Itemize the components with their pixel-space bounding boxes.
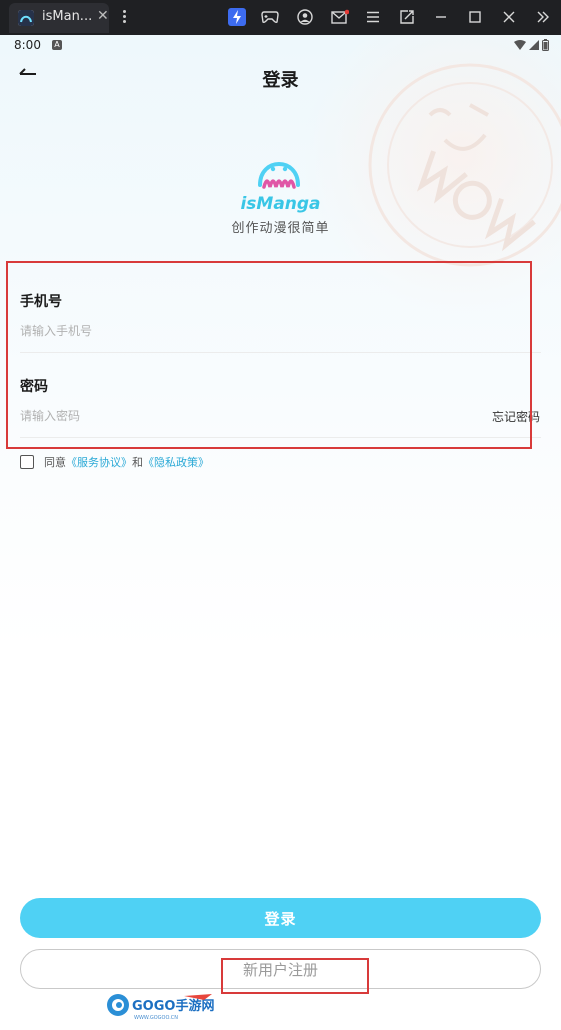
notification-icon: A xyxy=(52,40,62,50)
signal-icon xyxy=(529,40,539,50)
app-icon xyxy=(18,10,34,26)
popout-icon[interactable] xyxy=(397,7,417,27)
watermark-url: WWW.GOGOO.CN xyxy=(134,1015,178,1021)
agreement-checkbox[interactable] xyxy=(20,455,34,469)
privacy-link[interactable]: 《隐私政策》 xyxy=(143,454,209,470)
wifi-icon xyxy=(514,40,526,50)
agreement-row: 同意 《服务协议》 和 《隐私政策》 xyxy=(20,454,209,470)
brand-slogan: 创作动漫很简单 xyxy=(231,221,330,236)
agreement-and: 和 xyxy=(132,456,143,469)
lightning-icon[interactable] xyxy=(227,7,247,27)
agreement-prefix: 同意 xyxy=(44,456,66,469)
gogo-watermark-logo: GOGO手游网 WWW.GOGOO.CN xyxy=(107,994,214,1021)
browser-tab[interactable]: isMan... ✕ xyxy=(9,3,109,33)
mail-icon[interactable] xyxy=(330,7,350,27)
tab-close-icon[interactable]: ✕ xyxy=(97,8,109,24)
emulator-titlebar: isMan... ✕ xyxy=(0,0,561,35)
minimize-icon[interactable] xyxy=(431,7,451,27)
terms-link[interactable]: 《服务协议》 xyxy=(66,454,132,470)
login-button[interactable]: 登录 xyxy=(20,898,541,938)
status-time: 8:00 xyxy=(14,38,41,52)
battery-icon xyxy=(542,39,549,51)
ismanga-logo-icon xyxy=(258,162,300,189)
more-vert-icon[interactable] xyxy=(120,8,128,26)
annotation-box-register xyxy=(221,958,369,994)
brand-name: isManga xyxy=(240,194,321,214)
maximize-icon[interactable] xyxy=(465,7,485,27)
close-icon[interactable] xyxy=(499,7,519,27)
annotation-box-form xyxy=(6,261,532,449)
menu-icon[interactable] xyxy=(363,7,383,27)
watermark-text: GOGO手游网 xyxy=(132,998,214,1014)
gamepad-icon[interactable] xyxy=(260,7,280,27)
page-title: 登录 xyxy=(262,70,299,91)
account-icon[interactable] xyxy=(295,7,315,27)
expand-icon[interactable] xyxy=(533,7,553,27)
tab-title: isMan... xyxy=(42,9,93,24)
phone-screen: 8:00 A 登录 isManga 创作动漫很简单 手机号 密码 忘记密码 同意… xyxy=(0,35,561,1030)
android-statusbar: 8:00 A xyxy=(0,35,561,57)
